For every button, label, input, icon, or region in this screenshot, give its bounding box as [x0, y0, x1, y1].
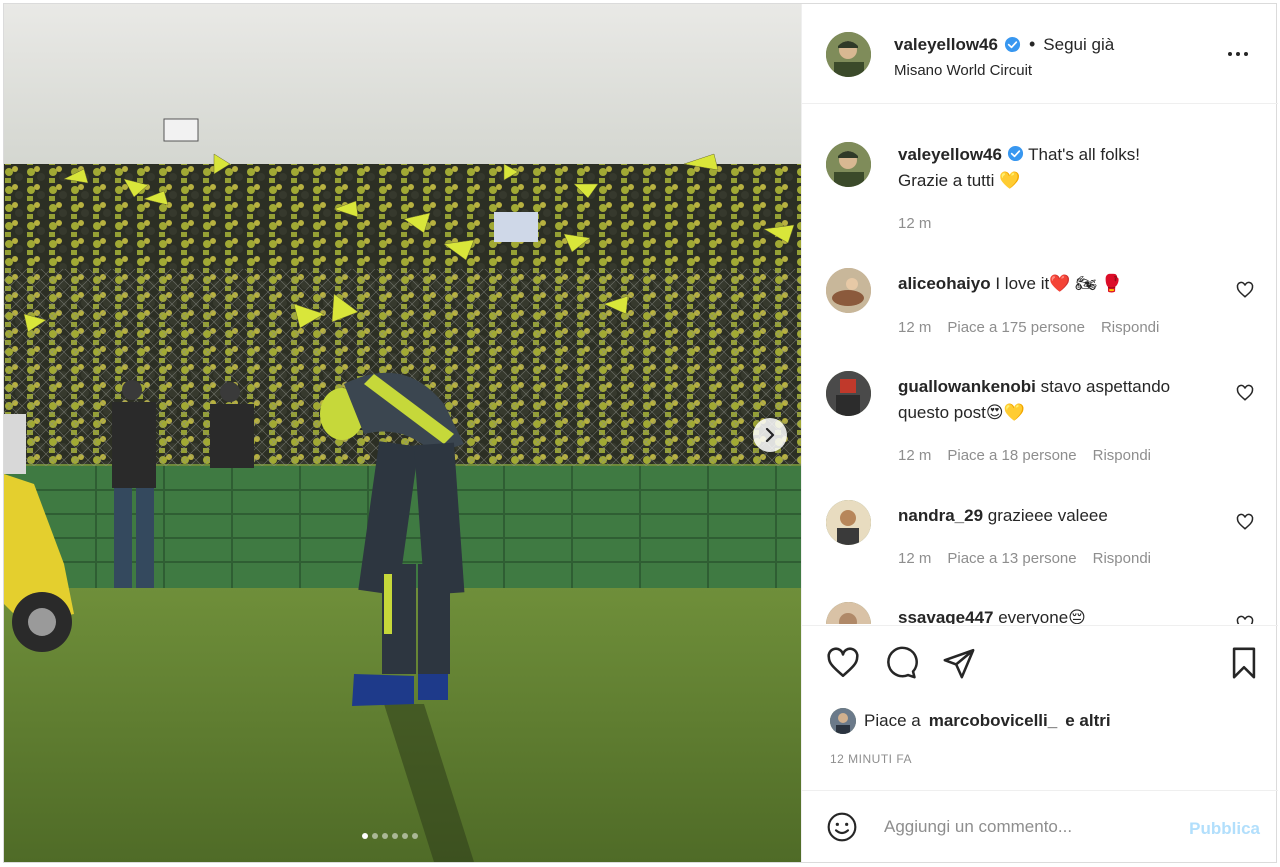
caption-line-2: Grazie a tutti 💛 [898, 171, 1021, 190]
liked-by-prefix: Piace a [864, 711, 921, 730]
comment-text: guallowankenobi stavo aspettando questo … [898, 374, 1228, 426]
carousel-dot [382, 833, 388, 839]
caption-meta: 12 m [898, 215, 931, 232]
comment-likes-count[interactable]: Piace a 175 persone [947, 319, 1085, 336]
carousel-dot [402, 833, 408, 839]
commenter-avatar[interactable] [826, 268, 871, 313]
heart-outline-icon[interactable] [1236, 513, 1254, 531]
author-avatar-image [826, 142, 871, 187]
follow-status-button[interactable]: Segui già [1043, 35, 1114, 55]
author-avatar-image [826, 32, 871, 77]
carousel-indicator [362, 833, 418, 839]
reply-button[interactable]: Rispondi [1093, 447, 1151, 464]
reply-button[interactable]: Rispondi [1101, 319, 1159, 336]
comment-body: stavo aspettando [1040, 377, 1171, 396]
more-horizontal-icon[interactable] [1226, 46, 1250, 62]
comment-likes-count[interactable]: Piace a 18 persone [947, 447, 1076, 464]
post-frame: valeyellow46 • Segui già Misano World Ci… [3, 3, 1278, 863]
comment-time[interactable]: 12 m [898, 550, 931, 567]
commenter-avatar[interactable] [826, 500, 871, 545]
comment-body: grazieee valeee [987, 506, 1108, 525]
commenter-avatar-image [826, 602, 871, 624]
carousel-dot [362, 833, 368, 839]
racetrack-photo [4, 4, 801, 862]
comment-meta: 12 m Piace a 175 persone Rispondi [898, 319, 1159, 336]
liked-by-user[interactable]: marcobovicelli_ [929, 711, 1058, 731]
caption-username[interactable]: valeyellow46 [898, 145, 1002, 164]
chevron-right-icon [765, 428, 775, 442]
author-avatar[interactable] [826, 32, 871, 77]
post-side-panel: valeyellow46 • Segui già Misano World Ci… [801, 4, 1278, 862]
comment-username[interactable]: nandra_29 [898, 506, 983, 525]
comment-body: everyone😔 [998, 608, 1086, 624]
comment-meta: 12 m Piace a 18 persone Rispondi [898, 447, 1151, 464]
comment-body: I love it❤️ 🏍 🥊 [995, 274, 1123, 293]
liked-by-others[interactable]: e altri [1065, 711, 1110, 731]
caption-text: valeyellow46 That's all folks! Grazie a … [898, 142, 1228, 194]
author-username[interactable]: valeyellow46 [894, 35, 998, 55]
carousel-dot [412, 833, 418, 839]
add-comment-bar: Pubblica [802, 790, 1278, 862]
liker-avatar[interactable] [830, 708, 856, 734]
comment-icon[interactable] [884, 646, 918, 680]
bookmark-icon[interactable] [1227, 646, 1261, 680]
comments-list[interactable]: valeyellow46 That's all folks! Grazie a … [802, 105, 1278, 624]
verified-badge-icon [1007, 145, 1023, 162]
comment-username[interactable]: aliceohaiyo [898, 274, 991, 293]
liker-avatar-image [830, 708, 856, 734]
comment-input[interactable] [884, 813, 1164, 841]
liked-by-row: Piace a marcobovicelli_ e altri [830, 708, 1111, 734]
reply-button[interactable]: Rispondi [1093, 550, 1151, 567]
heart-outline-icon[interactable] [1236, 615, 1254, 624]
commenter-avatar-image [826, 500, 871, 545]
heart-outline-icon[interactable] [1236, 384, 1254, 402]
comment-text: ssavage447 everyone😔 [898, 605, 1228, 624]
heart-outline-icon[interactable] [1236, 281, 1254, 299]
post-photo[interactable] [4, 4, 801, 862]
comment-body-line-2: questo post😍💛 [898, 403, 1025, 422]
separator-dot: • [1028, 34, 1036, 54]
post-timestamp[interactable]: 12 MINUTI FA [830, 752, 912, 766]
commenter-avatar[interactable] [826, 602, 871, 624]
share-icon[interactable] [942, 646, 976, 680]
comment-likes-count[interactable]: Piace a 13 persone [947, 550, 1076, 567]
comment-text: aliceohaiyo I love it❤️ 🏍 🥊 [898, 271, 1228, 297]
caption-line-1: That's all folks! [1028, 145, 1141, 164]
commenter-avatar[interactable] [826, 371, 871, 416]
comment-username[interactable]: guallowankenobi [898, 377, 1036, 396]
carousel-dot [392, 833, 398, 839]
publish-button[interactable]: Pubblica [1189, 819, 1260, 839]
emoji-icon[interactable] [826, 811, 858, 843]
comment-username[interactable]: ssavage447 [898, 608, 993, 624]
comment-meta: 12 m Piace a 13 persone Rispondi [898, 550, 1151, 567]
comment-time[interactable]: 12 m [898, 319, 931, 336]
post-header: valeyellow46 • Segui già Misano World Ci… [802, 4, 1278, 104]
verified-badge-icon [1004, 36, 1021, 53]
author-avatar[interactable] [826, 142, 871, 187]
author-row: valeyellow46 • Segui già [894, 34, 1114, 55]
post-location[interactable]: Misano World Circuit [894, 62, 1032, 79]
comment-text: nandra_29 grazieee valeee [898, 503, 1228, 529]
next-slide-button[interactable] [753, 418, 787, 452]
heart-icon[interactable] [826, 646, 860, 680]
carousel-dot [372, 833, 378, 839]
post-actions: Piace a marcobovicelli_ e altri 12 MINUT… [802, 625, 1278, 787]
commenter-avatar-image [826, 371, 871, 416]
commenter-avatar-image [826, 268, 871, 313]
comment-time[interactable]: 12 m [898, 447, 931, 464]
caption-time[interactable]: 12 m [898, 215, 931, 232]
